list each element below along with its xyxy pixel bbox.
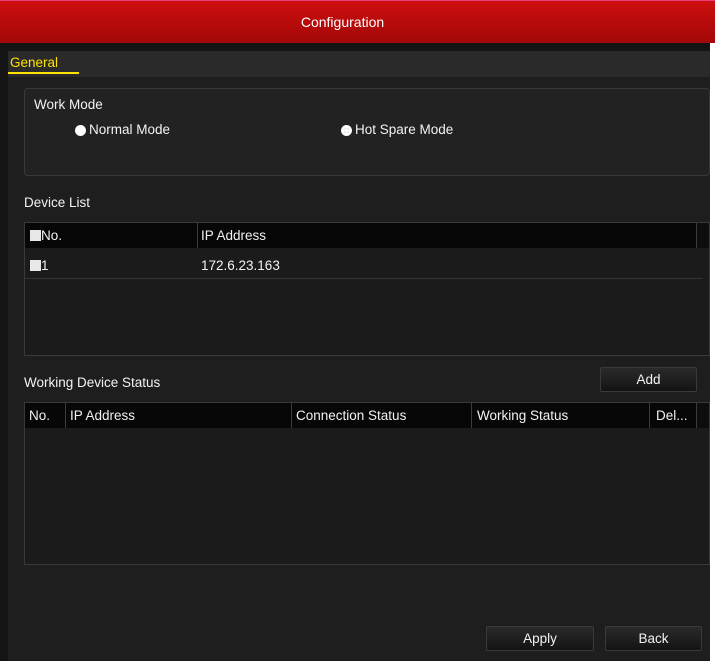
tab-strip bbox=[8, 51, 710, 77]
column-header-ip-address[interactable]: IP Address bbox=[70, 408, 135, 423]
hot-spare-mode-label[interactable]: Hot Spare Mode bbox=[355, 122, 453, 137]
column-header-delete[interactable]: Del... bbox=[656, 408, 688, 423]
working-device-status-table: No. IP Address Connection Status Working… bbox=[24, 402, 710, 565]
add-button[interactable]: Add bbox=[600, 367, 697, 392]
column-divider bbox=[197, 223, 198, 248]
tab-active-indicator bbox=[8, 72, 79, 74]
column-header-no[interactable]: No. bbox=[41, 228, 62, 243]
row-checkbox[interactable] bbox=[30, 260, 41, 271]
column-divider bbox=[471, 403, 472, 428]
normal-mode-radio[interactable] bbox=[75, 125, 86, 136]
column-divider bbox=[291, 403, 292, 428]
device-list-header bbox=[25, 223, 697, 248]
hot-spare-mode-radio[interactable] bbox=[341, 125, 352, 136]
select-all-checkbox[interactable] bbox=[30, 230, 41, 241]
column-header-ip-address[interactable]: IP Address bbox=[201, 228, 266, 243]
column-header-working-status[interactable]: Working Status bbox=[477, 408, 568, 423]
column-header-connection-status[interactable]: Connection Status bbox=[296, 408, 406, 423]
apply-button[interactable]: Apply bbox=[486, 626, 594, 651]
row-divider bbox=[25, 278, 703, 279]
working-device-status-label: Working Device Status bbox=[24, 375, 161, 390]
back-button[interactable]: Back bbox=[605, 626, 702, 651]
row-no: 1 bbox=[41, 258, 49, 273]
tab-general[interactable]: General bbox=[10, 55, 58, 72]
work-mode-label: Work Mode bbox=[34, 97, 103, 112]
normal-mode-label[interactable]: Normal Mode bbox=[89, 122, 170, 137]
column-header-no[interactable]: No. bbox=[29, 408, 50, 423]
row-ip-address: 172.6.23.163 bbox=[201, 258, 280, 273]
column-divider bbox=[65, 403, 66, 428]
title-bar: Configuration bbox=[0, 0, 715, 43]
window-title: Configuration bbox=[300, 14, 385, 30]
device-list-label: Device List bbox=[24, 195, 91, 210]
device-list-table: No. IP Address 1 172.6.23.163 bbox=[24, 222, 710, 356]
column-divider bbox=[649, 403, 650, 428]
header-scroll-stub bbox=[696, 403, 709, 428]
window-edge bbox=[710, 43, 715, 661]
header-scroll-stub bbox=[696, 223, 709, 248]
